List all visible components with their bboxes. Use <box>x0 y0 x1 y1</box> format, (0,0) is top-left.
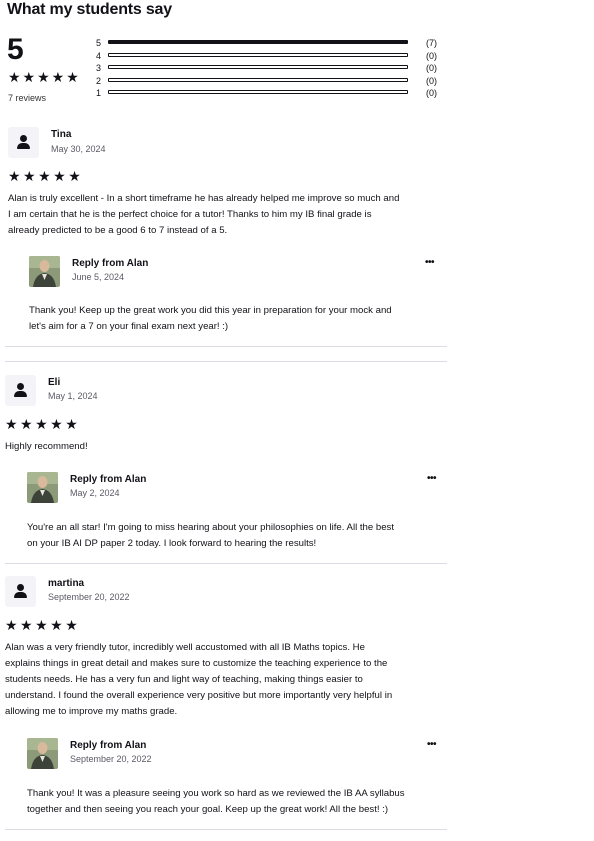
rating-star-label: 5 <box>96 38 102 48</box>
review-text: Highly recommend! <box>5 439 445 455</box>
rating-star-label: 2 <box>96 75 102 86</box>
reviewer-name: Eli <box>48 377 61 388</box>
rating-star-label: 4 <box>96 50 102 61</box>
more-options-icon[interactable]: ••• <box>427 473 437 484</box>
review-text-line: allowing me to improve my maths grade. <box>5 706 178 717</box>
rating-count: (0) <box>426 88 437 99</box>
rating-count: (0) <box>426 75 437 86</box>
average-rating: 5 <box>7 33 24 66</box>
reply-label: Reply from Alan <box>70 474 147 485</box>
avatar <box>8 127 39 158</box>
review-text-line: explains things in great detail and make… <box>5 658 388 669</box>
tutor-photo <box>27 472 58 503</box>
reply-text: Thank you! Keep up the great work you di… <box>29 303 449 335</box>
reply-text-line: Thank you! Keep up the great work you di… <box>29 305 392 316</box>
rating-bar <box>108 52 408 57</box>
reply-text-line: on your IB AI DP paper 2 today. I look f… <box>27 538 317 549</box>
review-date: May 1, 2024 <box>48 391 98 401</box>
rating-bar <box>108 40 408 44</box>
review-text: Alan is truly excellent - In a short tim… <box>8 191 448 239</box>
review-text-line: I am certain that he is the perfect choi… <box>8 209 372 220</box>
reviewer-name: Tina <box>51 129 72 140</box>
divider <box>5 361 447 362</box>
person-icon <box>14 584 27 599</box>
rating-row-1[interactable]: 1 (0) <box>96 87 446 100</box>
reply-date: May 2, 2024 <box>70 488 120 498</box>
reply-text: You're an all star! I'm going to miss he… <box>27 520 447 552</box>
reply-label: Reply from Alan <box>70 740 147 751</box>
review-text-line: Alan was a very friendly tutor, incredib… <box>5 642 365 653</box>
rating-row-4[interactable]: 4 (0) <box>96 50 446 63</box>
reply-text-line: together and then seeing you reach your … <box>27 804 389 815</box>
review-date: September 20, 2022 <box>48 592 130 602</box>
rating-count: (7) <box>426 38 437 48</box>
tutor-photo <box>27 738 58 769</box>
rating-star-label: 3 <box>96 63 102 74</box>
divider <box>5 346 447 347</box>
review-text: Alan was a very friendly tutor, incredib… <box>5 640 455 720</box>
reply-date: September 20, 2022 <box>70 754 152 764</box>
divider <box>5 829 447 830</box>
rating-bar <box>108 65 408 70</box>
rating-count: (0) <box>426 50 437 61</box>
tutor-photo <box>29 256 60 287</box>
rating-bar <box>108 77 408 82</box>
review-stars: ★★★★★ <box>5 416 81 432</box>
rating-distribution: 5 (7) 4 (0) 3 (0) 2 (0) 1 (0) <box>96 37 446 100</box>
review-text-line: students needs. He has a very fun and li… <box>5 674 363 685</box>
rating-star-label: 1 <box>96 88 102 99</box>
review-stars: ★★★★★ <box>8 168 84 184</box>
avatar <box>5 576 36 607</box>
section-title: What my students say <box>7 1 172 18</box>
review-stars: ★★★★★ <box>5 617 81 633</box>
more-options-icon[interactable]: ••• <box>425 257 435 268</box>
summary-stars: ★★★★★ <box>8 69 81 85</box>
rating-count: (0) <box>426 63 437 74</box>
reply-text: Thank you! It was a pleasure seeing you … <box>27 786 457 818</box>
avatar <box>5 375 36 406</box>
review-text-line: Highly recommend! <box>5 441 88 452</box>
reply-label: Reply from Alan <box>72 258 149 269</box>
more-options-icon[interactable]: ••• <box>427 739 437 750</box>
reviewer-name: martina <box>48 578 85 589</box>
reviews-count: 7 reviews <box>8 93 47 103</box>
reply-text-line: let's aim for a 7 on your final exam nex… <box>29 321 229 332</box>
review-text-line: understand. I found the overall experien… <box>5 690 393 701</box>
rating-row-3[interactable]: 3 (0) <box>96 62 446 75</box>
reply-date: June 5, 2024 <box>72 272 125 282</box>
rating-bar <box>108 90 408 95</box>
person-icon <box>14 383 27 398</box>
review-date: May 30, 2024 <box>51 144 106 154</box>
review-text-line: Alan is truly excellent - In a short tim… <box>8 193 400 204</box>
divider <box>5 563 447 564</box>
reply-text-line: You're an all star! I'm going to miss he… <box>27 522 395 533</box>
person-icon <box>17 135 30 150</box>
rating-row-2[interactable]: 2 (0) <box>96 75 446 88</box>
rating-row-5[interactable]: 5 (7) <box>96 37 446 50</box>
review-text-line: already predicted to be a good 6 to 7 in… <box>8 225 228 236</box>
rating-bar-fill <box>109 41 407 43</box>
reply-text-line: Thank you! It was a pleasure seeing you … <box>27 788 405 799</box>
